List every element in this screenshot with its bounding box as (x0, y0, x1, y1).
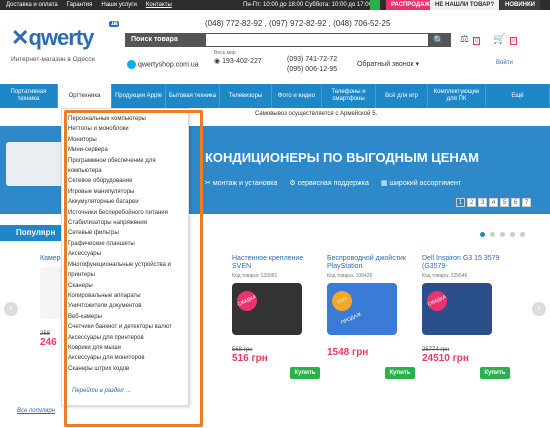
carousel-dot[interactable] (510, 232, 515, 237)
carousel-dot[interactable] (490, 232, 495, 237)
category-item[interactable]: Копировальные аппараты (68, 291, 182, 301)
phone-mid: Весь мир ◉ 193-402-227 (214, 50, 262, 65)
link-warranty[interactable]: Гарантия (67, 0, 93, 10)
kyivstar-icon: ◉ (214, 58, 223, 65)
search-bar[interactable]: Поиск товара 🔍 (125, 33, 451, 47)
nav-portable[interactable]: Портативная техника (0, 84, 58, 108)
compare-icon[interactable]: ⚖ (460, 34, 469, 45)
skype-icon (127, 60, 136, 69)
nav-more[interactable]: Ещё (486, 84, 550, 108)
banner-feature-support: ⚙ сервисная поддержка (289, 180, 369, 187)
nav-appliances[interactable]: Бытовая техника (166, 84, 220, 108)
category-dropdown: Персональные компьютеры Неттопы и монобло… (61, 108, 189, 406)
phone-mobile: (093) 741-72-72 (095) 006-12-95 (287, 56, 338, 73)
buy-button[interactable]: Купить (480, 367, 510, 379)
nav-tv[interactable]: Телевизоры (220, 84, 272, 108)
air-conditioner-image (6, 142, 64, 186)
login-link[interactable]: Войти (496, 60, 513, 66)
link-delivery[interactable]: Доставка и оплата (6, 0, 58, 10)
category-item[interactable]: Аксессуары (68, 249, 182, 259)
nav-office[interactable]: Оргтехника (58, 84, 112, 108)
category-item[interactable]: Стабилизаторы напряжения (68, 218, 182, 228)
category-item[interactable]: Игровые манипуляторы (68, 187, 182, 197)
new-items-button[interactable]: НОВИНКИ (500, 0, 540, 10)
banner-page[interactable]: 3 (478, 198, 487, 207)
category-item[interactable]: Аккумуляторные батареи (68, 197, 182, 207)
carousel-dots (480, 232, 525, 237)
banner-page[interactable]: 7 (522, 198, 531, 207)
main-nav: Портативная техника Оргтехника Продукция… (0, 84, 550, 108)
banner-page[interactable]: 4 (489, 198, 498, 207)
banner-feature-range: ▦ широкий ассортимент (380, 180, 462, 187)
nav-phones[interactable]: Телефоны и смартфоны (322, 84, 376, 108)
category-item[interactable]: Веб-камеры (68, 312, 182, 322)
product-card[interactable]: Dell Inspiron G3 15 3579 (G3579- Код тов… (422, 255, 510, 385)
go-to-section-link[interactable]: Перейти в раздел → (72, 388, 131, 394)
nav-games[interactable]: Всё для игр (376, 84, 428, 108)
category-item[interactable]: Аксессуары для принтеров (68, 333, 182, 343)
top-bar: Доставка и оплата Гарантия Наши услуги К… (0, 0, 550, 10)
pickup-notice: Самовывоз осуществляется с Армейской 5. (255, 111, 378, 117)
category-item[interactable]: Аксессуары для мониторов (68, 353, 182, 363)
banner-page[interactable]: 6 (511, 198, 520, 207)
link-contacts[interactable]: Контакты (146, 0, 172, 10)
product-card[interactable]: Беспроводной джойстик PlayStation Код то… (327, 255, 415, 385)
search-icon[interactable]: 🔍 (428, 34, 450, 46)
logo[interactable]: ✕qwerty .ua (11, 21, 119, 51)
compare-count: 0 (472, 37, 481, 45)
nav-photo[interactable]: Фото и видео (272, 84, 322, 108)
category-item[interactable]: Мини-сервера (68, 145, 182, 155)
carousel-dot[interactable] (480, 232, 485, 237)
category-item[interactable]: Программное обеспечение для компьютера (68, 156, 182, 177)
callback-button[interactable]: Обратный звонок ▾ (357, 60, 419, 68)
category-item[interactable]: Коврики для мыши (68, 343, 182, 353)
logo-x-icon: ✕ (11, 25, 29, 50)
support-icon: ⚙ (289, 180, 298, 187)
not-found-button[interactable]: НЕ НАШЛИ ТОВАР? (430, 0, 500, 10)
skype-contact[interactable]: qwertyshop.com.ua (127, 60, 199, 69)
working-hours: Пн-Пт: 10:00 до 18:00 Суббота: 10:00 до … (243, 2, 372, 8)
buy-button[interactable]: Купить (385, 367, 415, 379)
category-item[interactable]: Многофункциональные устройства и принтер… (68, 260, 182, 281)
category-item[interactable]: Сканеры штрих кодов (68, 364, 182, 374)
category-item[interactable]: Мониторы (68, 135, 182, 145)
carousel-next-arrow[interactable]: › (532, 302, 546, 316)
header-icons: ⚖ 0 🛒 0 (460, 34, 527, 45)
link-services[interactable]: Наши услуги (101, 0, 136, 10)
slogan: Интернет-магазин в Одессе (11, 56, 96, 63)
carousel-prev-arrow[interactable]: ‹ (4, 302, 18, 316)
category-item[interactable]: Сканеры (68, 281, 182, 291)
cart-icon[interactable]: 🛒 (493, 34, 505, 45)
page: { "topbar": { "links": ["Доставка и опла… (0, 0, 550, 428)
category-item[interactable]: Счетчики банкнот и детекторы валют (68, 322, 182, 332)
category-item[interactable]: Персональные компьютеры (68, 114, 182, 124)
category-item[interactable]: Сетевое оборудование (68, 176, 182, 186)
category-item[interactable]: Уничтожители документов (68, 301, 182, 311)
nav-apple[interactable]: Продукция Apple (112, 84, 166, 108)
category-item[interactable]: Источники бесперебойного питания (68, 208, 182, 218)
phones-top: (048) 772-82-92 , (097) 972-82-92 , (048… (205, 19, 391, 28)
carousel-dot[interactable] (500, 232, 505, 237)
banner-page[interactable]: 2 (467, 198, 476, 207)
category-item[interactable]: Сетевые фильтры (68, 228, 182, 238)
banner-page[interactable]: 1 (456, 198, 465, 207)
phone-icon[interactable] (370, 0, 380, 10)
search-label: Поиск товара (126, 34, 206, 46)
nav-pc-parts[interactable]: Комплектующие для ПК (428, 84, 486, 108)
banner-title: КОНДИЦИОНЕРЫ ПО ВЫГОДНЫМ ЦЕНАМ (205, 150, 479, 165)
banner-page[interactable]: 5 (500, 198, 509, 207)
banner-feature-install: ✂ монтаж и установка (205, 180, 278, 187)
category-item[interactable]: Неттопы и моноблоки (68, 124, 182, 134)
banner-features: ✂ монтаж и установка ⚙ сервисная поддерж… (205, 179, 461, 187)
carousel-dot[interactable] (520, 232, 525, 237)
category-item[interactable]: Графические планшеты (68, 239, 182, 249)
buy-button[interactable]: Купить (290, 367, 320, 379)
wrench-icon: ✂ (205, 180, 213, 187)
all-popular-link[interactable]: Все популярн (17, 408, 55, 414)
cart-count: 0 (509, 37, 517, 45)
banner-pagination: 1 2 3 4 5 6 7 (456, 198, 531, 207)
category-list: Персональные компьютеры Неттопы и монобло… (62, 109, 188, 374)
product-card[interactable]: Настенное крепление SVEN Код товара: 133… (232, 255, 320, 385)
